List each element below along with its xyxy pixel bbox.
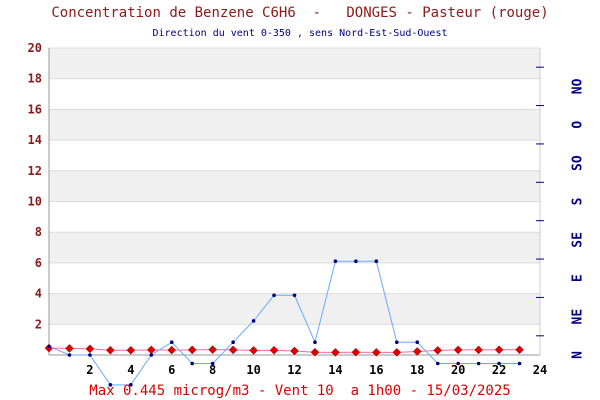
benzene-point bbox=[208, 345, 218, 354]
x-tick-label: 16 bbox=[369, 363, 383, 377]
y-tick-label: 18 bbox=[28, 72, 42, 86]
y-tick-label: 2 bbox=[35, 317, 42, 331]
benzene-point bbox=[85, 344, 95, 354]
benzene-point bbox=[474, 345, 483, 355]
wind-direction-point bbox=[272, 293, 276, 298]
wind-direction-label: O bbox=[571, 121, 586, 129]
wind-direction-label: NO bbox=[571, 78, 586, 94]
wind-direction-point bbox=[313, 340, 317, 345]
wind-direction-point bbox=[497, 361, 501, 366]
plot-bands bbox=[49, 47, 540, 325]
wind-direction-point bbox=[476, 361, 481, 366]
wind-direction-point bbox=[231, 340, 235, 345]
wind-direction-label: SE bbox=[571, 232, 586, 248]
benzene-point bbox=[290, 346, 299, 356]
wind-direction-point bbox=[67, 353, 72, 357]
x-tick-label: 4 bbox=[127, 363, 134, 377]
x-tick-label: 10 bbox=[246, 363, 260, 377]
benzene-point bbox=[228, 345, 238, 355]
wind-direction-point bbox=[435, 361, 440, 366]
wind-direction-point bbox=[333, 259, 338, 263]
wind-direction-label: S bbox=[571, 197, 586, 205]
grid-band bbox=[49, 232, 540, 263]
wind-direction-point bbox=[251, 319, 256, 323]
grid-band bbox=[49, 109, 540, 141]
x-tick-label: 6 bbox=[168, 363, 175, 377]
benzene-point bbox=[494, 345, 504, 355]
benzene-point bbox=[167, 345, 177, 355]
benzene-point bbox=[412, 347, 422, 356]
wind-direction-point bbox=[292, 293, 297, 298]
benzene-point bbox=[453, 345, 463, 355]
wind-direction-point bbox=[190, 361, 195, 366]
grid-band bbox=[49, 293, 540, 325]
wind-direction-label: N bbox=[571, 351, 586, 359]
wind-direction-point bbox=[415, 340, 420, 345]
y-tick-label: 8 bbox=[35, 225, 42, 239]
x-tick-label: 12 bbox=[287, 363, 301, 377]
y-tick-label: 12 bbox=[28, 164, 42, 178]
wind-direction-point bbox=[456, 361, 460, 366]
benzene-line bbox=[48, 347, 520, 353]
y-tick-label: 6 bbox=[35, 256, 42, 270]
y-tick-label: 20 bbox=[28, 41, 42, 55]
ticks: 24681012141618202 4 6 8 10 12 14 16 18 20 22 24NNEE… bbox=[28, 41, 586, 377]
x-tick-label: 14 bbox=[328, 363, 342, 377]
grid-band bbox=[49, 48, 540, 79]
wind-direction-label: NE bbox=[571, 309, 586, 325]
y-tick-label: 16 bbox=[28, 102, 42, 116]
wind-direction-point bbox=[210, 361, 215, 366]
grid-band bbox=[49, 170, 540, 202]
chart-footer: Max 0.445 microg/m3 - Vent 10 a 1h00 - 1… bbox=[89, 383, 511, 399]
x-tick-label: 24 bbox=[533, 363, 547, 377]
y-tick-label: 4 bbox=[35, 287, 42, 301]
x-tick-label: 18 bbox=[410, 363, 424, 377]
wind-direction-label: SO bbox=[571, 155, 586, 171]
benzene-point bbox=[65, 344, 74, 353]
benzene-point bbox=[515, 345, 524, 355]
benzene-point bbox=[187, 345, 197, 355]
wind-direction-point bbox=[354, 259, 358, 263]
benzene-point bbox=[433, 346, 443, 355]
wind-direction-point bbox=[169, 340, 174, 345]
wind-direction-point bbox=[88, 353, 92, 357]
benzene-point bbox=[126, 345, 136, 355]
wind-direction-point bbox=[394, 340, 399, 345]
wind-direction-label: E bbox=[571, 274, 586, 282]
x-tick-label: 2 bbox=[86, 363, 93, 377]
wind-direction-point bbox=[149, 353, 154, 357]
benzene-point bbox=[249, 346, 258, 355]
y-tick-label: 10 bbox=[28, 195, 42, 209]
benzene-point bbox=[269, 345, 279, 355]
y-tick-label: 14 bbox=[28, 133, 42, 147]
chart-svg: 24681012141618202 4 6 8 10 12 14 16 18 20 22 24NNEE… bbox=[28, 41, 586, 387]
wind-direction-point bbox=[517, 361, 522, 366]
wind-direction-point bbox=[47, 344, 51, 349]
benzene-point bbox=[106, 345, 115, 355]
wind-direction-point bbox=[374, 259, 379, 263]
